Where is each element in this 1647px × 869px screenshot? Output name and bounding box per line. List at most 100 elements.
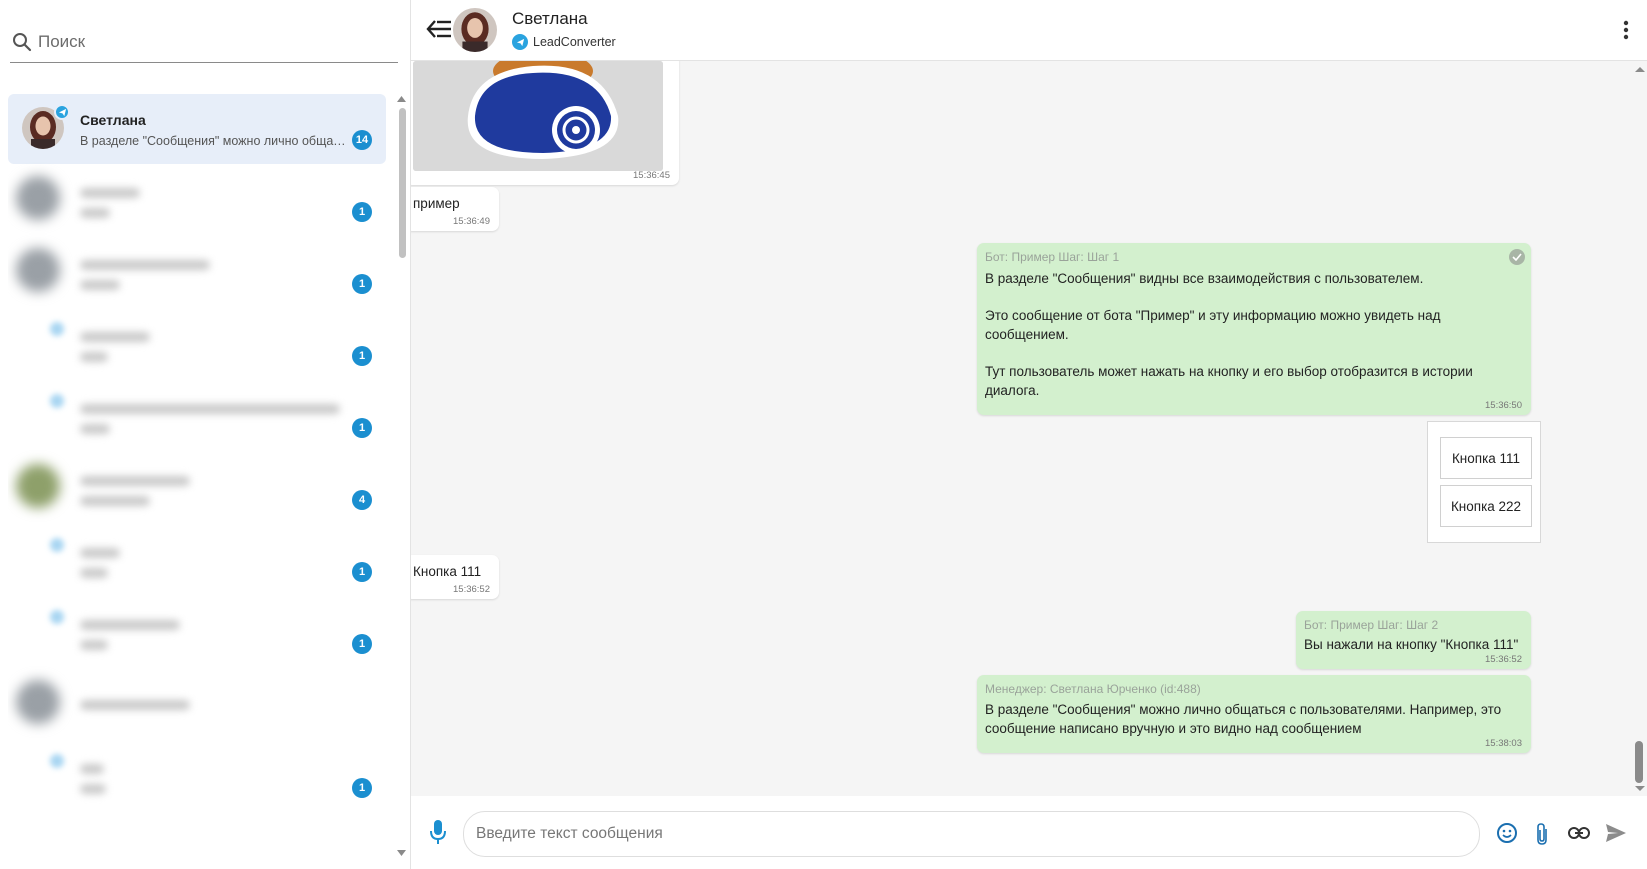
sidebar-scrollbar[interactable]: [397, 96, 406, 856]
keyboard-button-111[interactable]: Кнопка 111: [1440, 437, 1532, 479]
message-time: 15:36:49: [453, 216, 490, 227]
blurred-name: [80, 332, 150, 342]
chat-item[interactable]: 1: [8, 382, 386, 452]
contact-avatar[interactable]: [453, 8, 497, 52]
inline-keyboard: Кнопка 111 Кнопка 222: [1427, 421, 1541, 543]
bot-message: Бот: Пример Шаг: Шаг 2 Вы нажали на кноп…: [1296, 611, 1531, 669]
emoji-icon[interactable]: [1496, 822, 1518, 844]
unread-badge: 14: [352, 130, 372, 150]
message-time: 15:38:03: [1485, 738, 1522, 749]
incoming-message: Кнопка 111 15:36:52: [411, 555, 499, 599]
avatar: [16, 680, 60, 724]
sticker-message: 15:36:45: [411, 61, 679, 185]
more-vert-icon[interactable]: [1623, 20, 1629, 40]
chat-name: Светлана: [80, 112, 146, 128]
blurred-name: [80, 548, 120, 558]
message-composer: [411, 796, 1647, 869]
blurred-preview: [80, 568, 108, 578]
chat-item-active[interactable]: Светлана В разделе "Сообщения" можно лич…: [8, 94, 386, 164]
source-label: LeadConverter: [533, 35, 616, 49]
blurred-preview: [80, 208, 110, 218]
blurred-preview: [80, 784, 106, 794]
scrollbar-thumb[interactable]: [1635, 741, 1643, 783]
chat-header: Светлана LeadConverter: [411, 0, 1647, 61]
avatar: [16, 248, 60, 292]
blurred-name: [80, 404, 340, 414]
message-area: 15:36:45 пример 15:36:49 Бот: Пример Шаг…: [411, 61, 1647, 796]
chat-sidebar: Светлана В разделе "Сообщения" можно лич…: [0, 0, 411, 869]
message-text: В разделе "Сообщения" можно лично общать…: [985, 702, 1502, 736]
manager-message: Менеджер: Светлана Юрченко (id:488) В ра…: [977, 675, 1531, 753]
channel-icon: [50, 394, 64, 408]
chat-item[interactable]: 1: [8, 598, 386, 668]
blurred-name: [80, 476, 190, 486]
message-text: В разделе "Сообщения" видны все взаимоде…: [985, 271, 1424, 286]
unread-badge: 1: [352, 346, 372, 366]
chat-item[interactable]: 1: [8, 310, 386, 380]
telegram-icon: [512, 34, 528, 50]
message-text: Это сообщение от бота "Пример" и эту инф…: [985, 308, 1441, 342]
unread-badge: 4: [352, 490, 372, 510]
search-bar[interactable]: [10, 22, 398, 63]
chat-list: Светлана В разделе "Сообщения" можно лич…: [8, 94, 386, 864]
chat-item[interactable]: 1: [8, 526, 386, 596]
unread-badge: 1: [352, 418, 372, 438]
contact-source: LeadConverter: [512, 34, 616, 50]
channel-icon: [50, 754, 64, 768]
scrollbar-thumb[interactable]: [399, 108, 406, 258]
scroll-down-arrow-icon[interactable]: [397, 850, 406, 856]
blurred-name: [80, 700, 190, 710]
blurred-name: [80, 188, 140, 198]
send-icon[interactable]: [1605, 823, 1627, 843]
message-sender: Менеджер: Светлана Юрченко (id:488): [985, 682, 1201, 696]
message-time: 15:36:45: [633, 170, 670, 181]
keyboard-button-222[interactable]: Кнопка 222: [1440, 485, 1532, 527]
chat-item[interactable]: 1: [8, 166, 386, 236]
unread-badge: 1: [352, 202, 372, 222]
blurred-preview: [80, 280, 120, 290]
attach-icon[interactable]: [1535, 822, 1549, 846]
blurred-name: [80, 260, 210, 270]
avatar: [16, 176, 60, 220]
chat-item[interactable]: [8, 670, 386, 740]
message-sender: Бот: Пример Шаг: Шаг 1: [985, 250, 1120, 264]
chat-item[interactable]: 1: [8, 742, 386, 812]
search-icon: [13, 33, 32, 52]
channel-icon: [50, 322, 64, 336]
arrow-back-icon[interactable]: [425, 17, 453, 41]
unread-badge: 1: [352, 562, 372, 582]
microphone-icon[interactable]: [430, 819, 446, 845]
message-text: Кнопка 111: [413, 564, 482, 579]
blurred-preview: [80, 640, 108, 650]
link-icon[interactable]: [1568, 826, 1590, 840]
contact-name: Светлана: [512, 9, 588, 28]
blurred-name: [80, 620, 180, 630]
channel-icon: [50, 610, 64, 624]
message-input[interactable]: [463, 811, 1480, 857]
bot-message: Бот: Пример Шаг: Шаг 1 В разделе "Сообще…: [977, 243, 1531, 415]
app: Светлана В разделе "Сообщения" можно лич…: [0, 0, 1647, 869]
chat-item[interactable]: 4: [8, 454, 386, 524]
message-time: 15:36:52: [453, 584, 490, 595]
scroll-down-arrow-icon[interactable]: [1633, 785, 1647, 793]
message-sender: Бот: Пример Шаг: Шаг 2: [1304, 618, 1439, 632]
sticker-image: [413, 61, 663, 171]
check-circle-icon: [1509, 249, 1525, 265]
unread-badge: 1: [352, 634, 372, 654]
scroll-up-arrow-icon[interactable]: [1633, 65, 1647, 73]
incoming-message: пример 15:36:49: [411, 187, 499, 231]
message-text: Вы нажали на кнопку "Кнопка 111": [1304, 637, 1519, 652]
blurred-preview: [80, 352, 108, 362]
telegram-icon: [54, 104, 70, 120]
search-input[interactable]: [38, 32, 378, 52]
unread-badge: 1: [352, 274, 372, 294]
channel-icon: [50, 538, 64, 552]
scroll-up-arrow-icon[interactable]: [397, 96, 406, 102]
messages-scrollbar[interactable]: [1631, 61, 1645, 796]
chat-item[interactable]: 1: [8, 238, 386, 308]
message-time: 15:36:50: [1485, 400, 1522, 411]
avatar: [16, 464, 60, 508]
message-text: Тут пользователь может нажать на кнопку …: [985, 364, 1473, 398]
message-time: 15:36:52: [1485, 654, 1522, 665]
message-text: пример: [413, 196, 460, 211]
